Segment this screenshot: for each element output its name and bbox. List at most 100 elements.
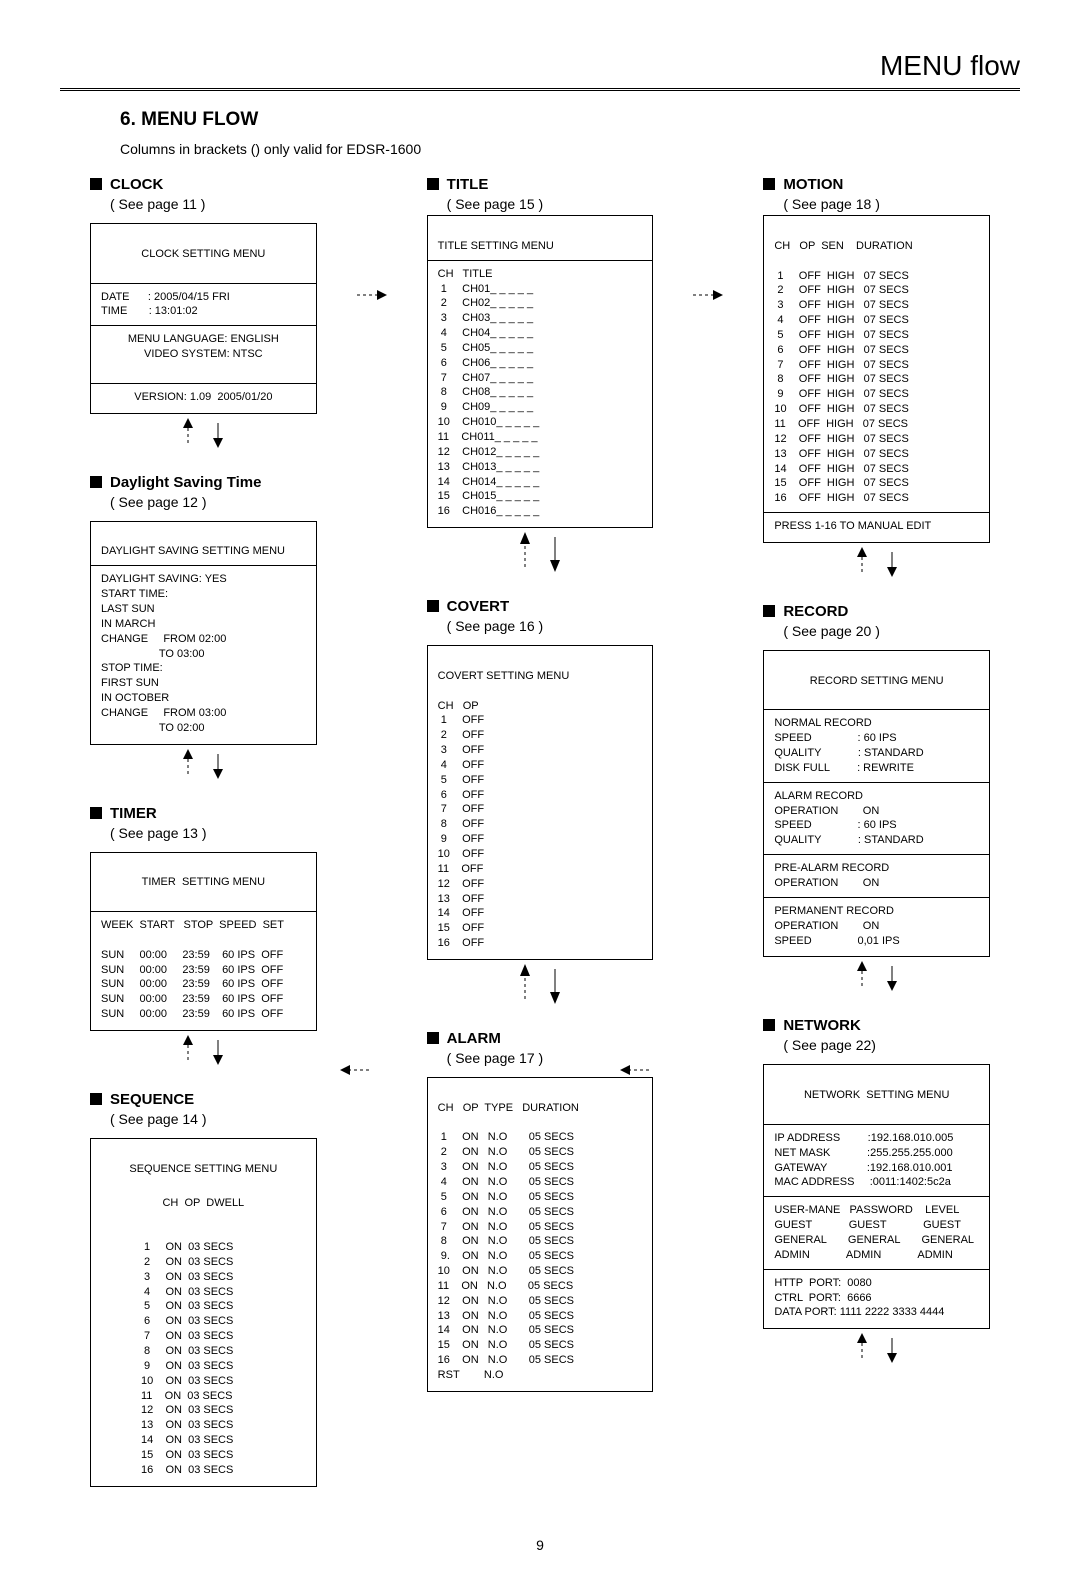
record-row: DISK FULL : REWRITE (774, 762, 914, 774)
sequence-row: 8 ON 03 SECS (141, 1345, 233, 1357)
dst-block: Daylight Saving Time ( See page 12 ) DAY… (60, 473, 347, 784)
column-2: TITLE ( See page 15 ) TITLE SETTING MENU… (397, 175, 684, 1412)
sequence-row: 11 ON 03 SECS (141, 1390, 233, 1402)
clock-block: CLOCK ( See page 11 ) CLOCK SETTING MENU… (60, 175, 347, 453)
covert-title: COVERT (447, 598, 510, 615)
covert-row: 11 OFF (438, 863, 484, 875)
record-section: NORMAL RECORD (774, 717, 871, 729)
title-row: 2 CH02_ _ _ _ _ (438, 297, 533, 309)
network-row: MAC ADDRESS :0011:1402:5c2a (774, 1176, 951, 1188)
motion-row: 1 OFF HIGH 07 SECS (774, 270, 908, 282)
title-menu: TITLE SETTING MENU CH TITLE 1 CH01_ _ _ … (427, 215, 654, 528)
alarm-menu: CH OP TYPE DURATION 1 ON N.O 05 SECS 2 O… (427, 1077, 654, 1392)
flow-arrows (733, 961, 1020, 996)
covert-row: 5 OFF (438, 774, 484, 786)
record-menu: RECORD SETTING MENU NORMAL RECORD SPEED … (763, 650, 990, 958)
sequence-row: 3 ON 03 SECS (141, 1271, 233, 1283)
flow-arrows (733, 547, 1020, 582)
dst-menu-title: DAYLIGHT SAVING SETTING MENU (101, 545, 285, 557)
timer-row: SUN 00:00 23:59 60 IPS OFF (101, 949, 283, 961)
covert-row: 6 OFF (438, 789, 484, 801)
network-row: IP ADDRESS :192.168.010.005 (774, 1132, 953, 1144)
sequence-menu: SEQUENCE SETTING MENU CH OP DWELL 1 ON 0… (90, 1138, 317, 1487)
timer-sub: ( See page 13 ) (110, 825, 207, 841)
motion-row: 3 OFF HIGH 07 SECS (774, 299, 908, 311)
bullet-icon (763, 1019, 775, 1031)
covert-row: 15 OFF (438, 922, 484, 934)
dst-line: DAYLIGHT SAVING: YES (101, 573, 227, 585)
flow-connector-left (340, 1060, 370, 1085)
title-row: 12 CH012_ _ _ _ _ (438, 446, 540, 458)
note-line: Columns in brackets () only valid for ED… (120, 141, 1020, 157)
clock-title: CLOCK (110, 176, 163, 193)
timer-row: SUN 00:00 23:59 60 IPS OFF (101, 1008, 283, 1020)
title-row: 5 CH05_ _ _ _ _ (438, 342, 533, 354)
alarm-row: 5 ON N.O 05 SECS (438, 1191, 574, 1203)
dst-line: CHANGE FROM 02:00 (101, 633, 226, 645)
network-menu-title: NETWORK SETTING MENU (774, 1088, 979, 1103)
motion-row: 4 OFF HIGH 07 SECS (774, 314, 908, 326)
section-heading: 6. MENU FLOW (120, 109, 1020, 131)
alarm-title: ALARM (447, 1030, 501, 1047)
flow-arrows (397, 964, 684, 1009)
bullet-icon (90, 1093, 102, 1105)
motion-row: 13 OFF HIGH 07 SECS (774, 448, 908, 460)
title-row: 4 CH04_ _ _ _ _ (438, 327, 533, 339)
covert-row: 2 OFF (438, 729, 484, 741)
dst-line: LAST SUN (101, 603, 155, 615)
dst-line: IN MARCH (101, 618, 155, 630)
dst-menu: DAYLIGHT SAVING SETTING MENU DAYLIGHT SA… (90, 521, 317, 745)
title-sub: ( See page 15 ) (447, 196, 544, 212)
sequence-row: 9 ON 03 SECS (141, 1360, 233, 1372)
flow-arrows (60, 749, 347, 784)
time-value: : 13:01:02 (149, 305, 198, 317)
alarm-row: 4 ON N.O 05 SECS (438, 1176, 574, 1188)
record-section: ALARM RECORD (774, 790, 863, 802)
sequence-menu-title: SEQUENCE SETTING MENU (101, 1162, 306, 1177)
network-row: GATEWAY :192.168.010.001 (774, 1162, 952, 1174)
covert-block: COVERT ( See page 16 ) COVERT SETTING ME… (397, 597, 684, 1009)
motion-menu: CH OP SEN DURATION 1 OFF HIGH 07 SECS 2 … (763, 215, 990, 543)
network-user-row: GUEST GUEST GUEST (774, 1219, 961, 1231)
record-row: QUALITY : STANDARD (774, 747, 923, 759)
flow-arrows (60, 1035, 347, 1070)
alarm-row: 15 ON N.O 05 SECS (438, 1339, 574, 1351)
record-row: OPERATION ON (774, 920, 879, 932)
motion-row: 7 OFF HIGH 07 SECS (774, 359, 908, 371)
title-row: 1 CH01_ _ _ _ _ (438, 283, 533, 295)
title-block: TITLE ( See page 15 ) TITLE SETTING MENU… (397, 175, 684, 577)
motion-row: 11 OFF HIGH 07 SECS (774, 418, 908, 430)
motion-row: 14 OFF HIGH 07 SECS (774, 463, 908, 475)
title-header: CH TITLE (438, 268, 493, 280)
bullet-icon (90, 807, 102, 819)
covert-row: 3 OFF (438, 744, 484, 756)
motion-sub: ( See page 18 ) (783, 196, 880, 212)
sequence-row: 2 ON 03 SECS (141, 1256, 233, 1268)
timer-row: SUN 00:00 23:59 60 IPS OFF (101, 964, 283, 976)
dst-line: CHANGE FROM 03:00 (101, 707, 226, 719)
timer-menu: TIMER SETTING MENU WEEK START STOP SPEED… (90, 852, 317, 1031)
network-port-row: DATA PORT: 1111 2222 3333 4444 (774, 1306, 944, 1318)
date-value: : 2005/04/15 FRI (148, 291, 230, 303)
motion-row: 2 OFF HIGH 07 SECS (774, 284, 908, 296)
alarm-row: 12 ON N.O 05 SECS (438, 1295, 574, 1307)
motion-row: 16 OFF HIGH 07 SECS (774, 492, 908, 504)
dst-title: Daylight Saving Time (110, 474, 261, 491)
title-row: 13 CH013_ _ _ _ _ (438, 461, 540, 473)
sequence-row: 10 ON 03 SECS (141, 1375, 233, 1387)
sequence-row: 13 ON 03 SECS (141, 1419, 233, 1431)
network-block: NETWORK ( See page 22) NETWORK SETTING M… (733, 1016, 1020, 1368)
dst-line: TO 03:00 (101, 648, 205, 660)
covert-row: 4 OFF (438, 759, 484, 771)
network-title: NETWORK (783, 1017, 861, 1034)
bullet-icon (427, 600, 439, 612)
title-title: TITLE (447, 176, 489, 193)
covert-row: 7 OFF (438, 803, 484, 815)
page-header: MENU flow (60, 50, 1020, 91)
clock-menu: CLOCK SETTING MENU DATE : 2005/04/15 FRI… (90, 223, 317, 414)
dst-line: START TIME: (101, 588, 168, 600)
sequence-row: 1 ON 03 SECS (141, 1241, 233, 1253)
sequence-row: 6 ON 03 SECS (141, 1315, 233, 1327)
dst-line: FIRST SUN (101, 677, 159, 689)
timer-title: TIMER (110, 805, 157, 822)
